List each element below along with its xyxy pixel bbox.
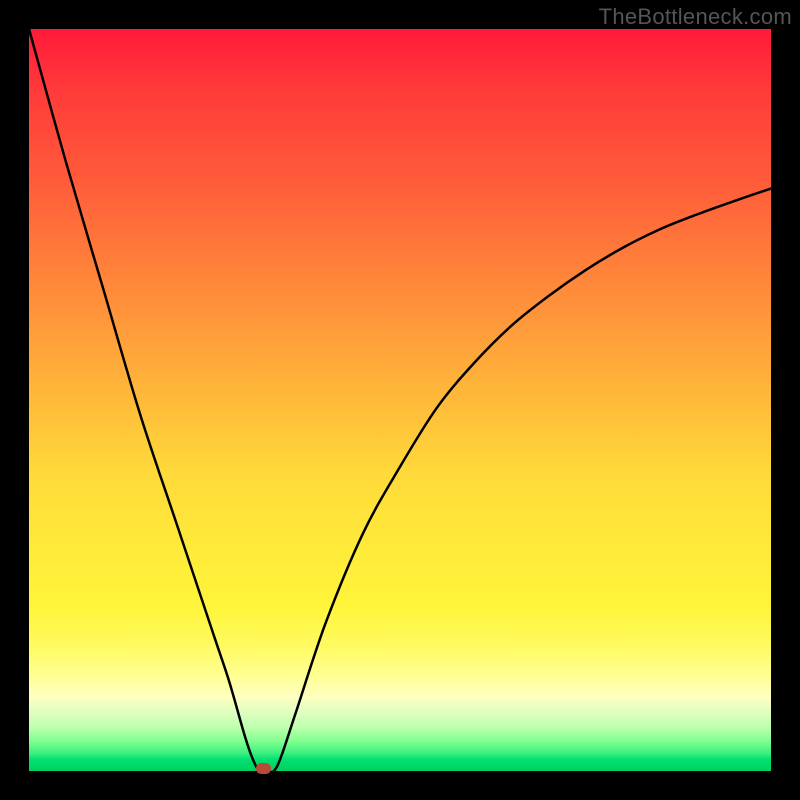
minimum-marker — [256, 763, 271, 774]
watermark-text: TheBottleneck.com — [599, 4, 792, 30]
outer-frame: TheBottleneck.com — [0, 0, 800, 800]
bottleneck-curve — [29, 29, 771, 771]
